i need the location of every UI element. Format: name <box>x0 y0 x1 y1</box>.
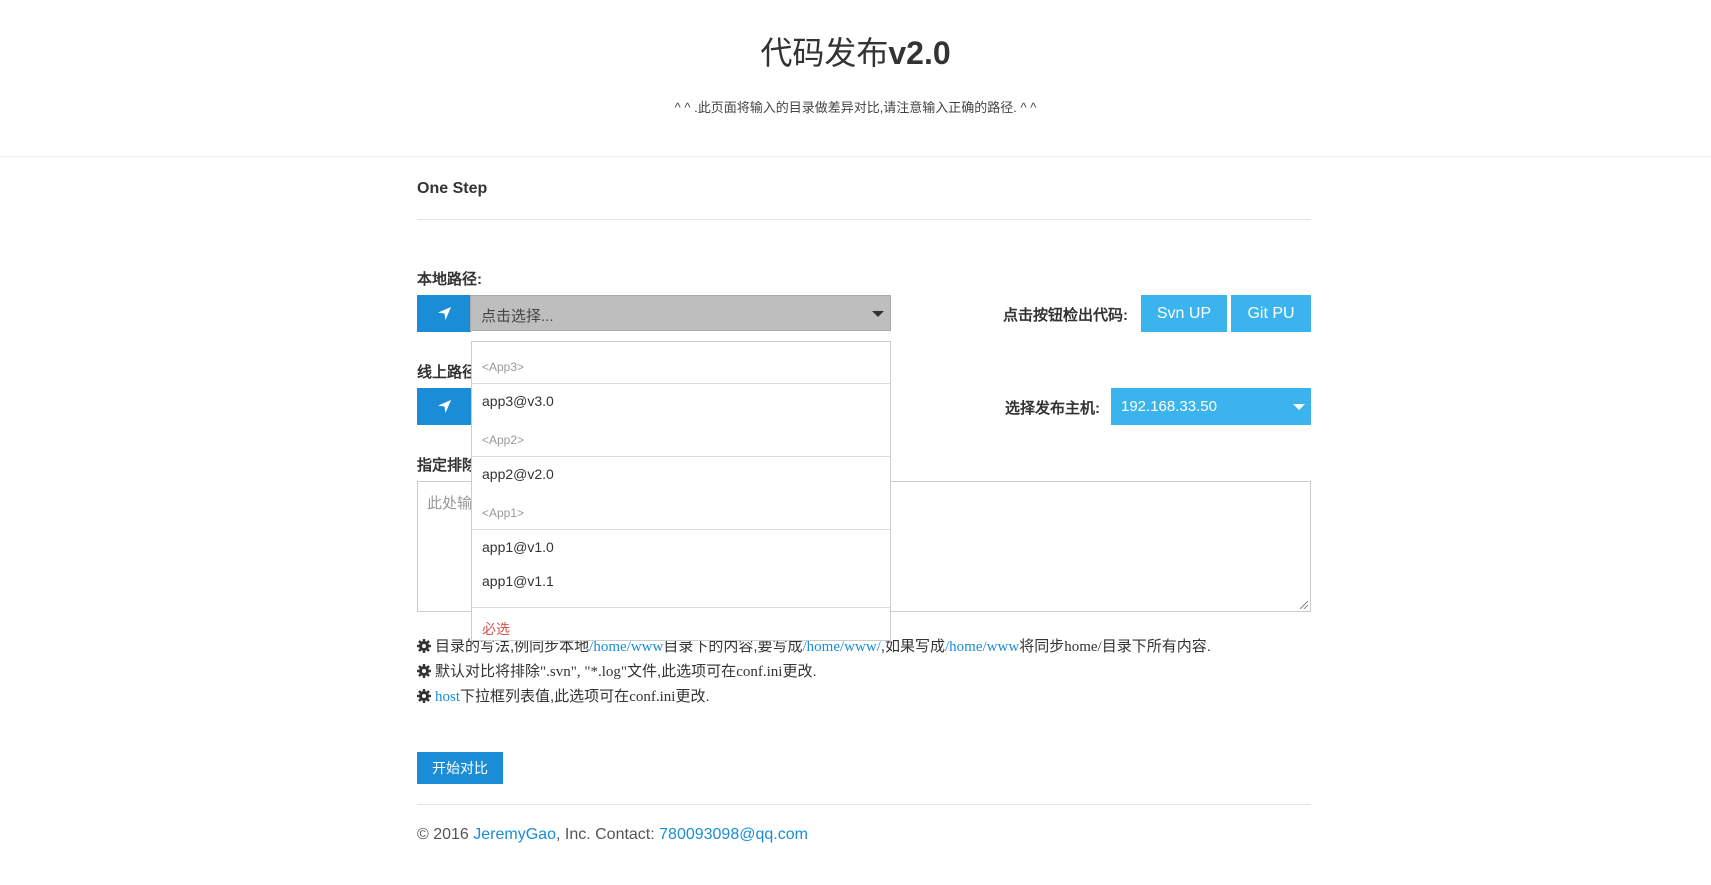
dropdown-option[interactable]: app1@v1.1 <box>482 573 554 589</box>
dropdown-group-label: <App1> <box>482 506 525 520</box>
start-compare-button[interactable]: 开始对比 <box>417 752 503 784</box>
chevron-down-icon <box>1293 404 1305 410</box>
tip-path: /home/www <box>589 639 664 655</box>
exclude-placeholder: 此处输 <box>427 495 473 512</box>
title-version: v2.0 <box>888 35 951 71</box>
svn-up-button[interactable]: Svn UP <box>1141 295 1227 332</box>
tip-extensions: ".svn", "*.log" <box>540 664 628 680</box>
footer-copyright: © 2016 <box>417 826 474 843</box>
online-path-label: 线上路径 <box>417 364 478 381</box>
tip-text: 更改. <box>782 663 817 680</box>
gear-icon <box>417 689 431 703</box>
dropdown-option[interactable]: app1@v1.0 <box>482 539 554 555</box>
email-link[interactable]: 780093098@qq.com <box>659 826 808 843</box>
local-path-dropdown: <App3> app3@v3.0 <App2> app2@v2.0 <App1>… <box>471 341 891 641</box>
footer: © 2016 JeremyGao, Inc. Contact: 78009309… <box>417 826 808 844</box>
tip-path: /home/www <box>945 639 1020 655</box>
footer-text: , Inc. Contact: <box>555 826 660 843</box>
location-arrow-icon <box>437 306 451 321</box>
dropdown-option[interactable]: app2@v2.0 <box>482 466 554 482</box>
online-path-locate-button[interactable] <box>417 388 471 425</box>
chevron-down-icon <box>872 311 884 317</box>
dropdown-group-label: <App2> <box>482 433 525 447</box>
tip-path: /home/www/ <box>802 639 881 655</box>
local-path-label: 本地路径: <box>417 271 482 288</box>
tip-path: home/ <box>1064 639 1102 655</box>
tip-item: 默认对比将排除".svn", "*.log"文件,此选项可在conf.ini更改… <box>417 659 1211 684</box>
dropdown-divider <box>472 529 890 530</box>
dropdown-group-label: <App3> <box>482 360 525 374</box>
local-path-select[interactable]: 点击选择... <box>470 295 891 331</box>
location-arrow-icon <box>437 399 451 414</box>
host-select-value: 192.168.33.50 <box>1121 398 1217 415</box>
tip-host: host <box>435 689 461 705</box>
git-pull-button[interactable]: Git PU <box>1231 295 1311 332</box>
tip-text: 下拉框列表值,此选项可在 <box>460 688 630 705</box>
host-select[interactable]: 192.168.33.50 <box>1111 388 1311 425</box>
dropdown-option[interactable]: app3@v3.0 <box>482 393 554 409</box>
gear-icon <box>417 639 431 653</box>
host-label: 选择发布主机: <box>1005 400 1100 417</box>
tip-text: 文件,此选项可在 <box>627 663 737 680</box>
page-title: 代码发布v2.0 <box>0 28 1711 74</box>
exclude-label: 指定排除 <box>417 457 478 474</box>
tips-list: 目录的写法,例同步本地/home/www目录下的内容,要写成/home/www/… <box>417 634 1211 709</box>
title-text: 代码发布 <box>760 35 889 71</box>
tip-text: 更改. <box>675 688 710 705</box>
tip-text: 目录下所有内容. <box>1101 638 1211 655</box>
dropdown-divider <box>472 383 890 384</box>
dropdown-divider <box>472 607 890 608</box>
local-path-locate-button[interactable] <box>417 295 471 332</box>
author-link[interactable]: JeremyGao <box>473 826 556 843</box>
page-header: 代码发布v2.0 ^ ^ .此页面将输入的目录做差异对比,请注意输入正确的路径.… <box>0 0 1711 157</box>
gear-icon <box>417 664 431 678</box>
required-note: 必选 <box>482 621 510 637</box>
tip-conf: conf.ini <box>629 689 676 705</box>
section-divider <box>417 219 1311 220</box>
tip-item: host下拉框列表值,此选项可在conf.ini更改. <box>417 684 1211 709</box>
tip-conf: conf.ini <box>736 664 783 680</box>
checkout-label: 点击按钮检出代码: <box>1003 307 1128 324</box>
tip-text: 将同步 <box>1019 638 1065 655</box>
local-path-placeholder: 点击选择... <box>481 308 554 325</box>
footer-divider <box>417 804 1311 805</box>
page-subtitle: ^ ^ .此页面将输入的目录做差异对比,请注意输入正确的路径. ^ ^ <box>674 100 1037 115</box>
dropdown-divider <box>472 456 890 457</box>
section-title: One Step <box>417 180 488 197</box>
tip-text: 默认对比将排除 <box>435 663 541 680</box>
resize-handle-icon[interactable] <box>1299 600 1308 609</box>
